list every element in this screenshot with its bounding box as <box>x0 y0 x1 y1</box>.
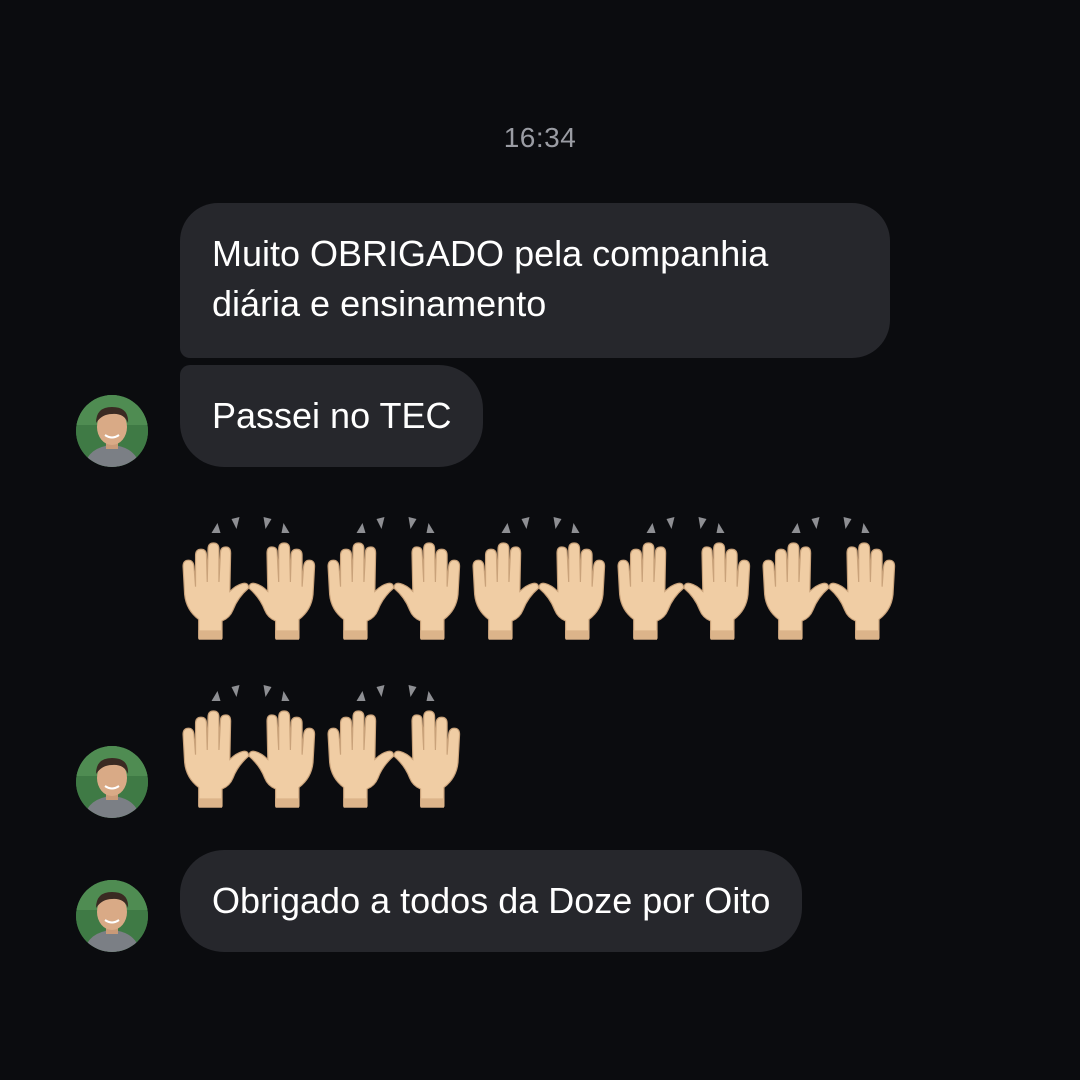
raising-hands-icon <box>325 515 468 650</box>
raising-hands-icon <box>180 683 323 818</box>
message-text: Muito OBRIGADO pela companhia diária e e… <box>212 233 769 324</box>
raising-hands-icon <box>470 515 613 650</box>
avatar[interactable] <box>76 395 148 467</box>
chat-screen: 16:34 Muito OBRIGADO pela companhia diár… <box>0 0 1080 1080</box>
avatar[interactable] <box>76 746 148 818</box>
avatar-image <box>76 746 148 818</box>
avatar-image <box>76 880 148 952</box>
raising-hands-icon <box>325 683 468 818</box>
message-bubble[interactable]: Muito OBRIGADO pela companhia diária e e… <box>180 203 890 358</box>
emoji-message-row[interactable] <box>180 683 468 818</box>
message-bubble[interactable]: Passei no TEC <box>180 365 484 467</box>
emoji-message-row[interactable] <box>180 515 903 650</box>
raising-hands-icon <box>760 515 903 650</box>
avatar[interactable] <box>76 880 148 952</box>
message-bubble[interactable]: Obrigado a todos da Doze por Oito <box>180 850 803 952</box>
avatar-image <box>76 395 148 467</box>
raising-hands-icon <box>180 515 323 650</box>
message-timestamp: 16:34 <box>503 122 577 153</box>
raising-hands-icon <box>615 515 758 650</box>
message-text: Obrigado a todos da Doze por Oito <box>212 880 771 921</box>
message-text: Passei no TEC <box>212 395 452 436</box>
